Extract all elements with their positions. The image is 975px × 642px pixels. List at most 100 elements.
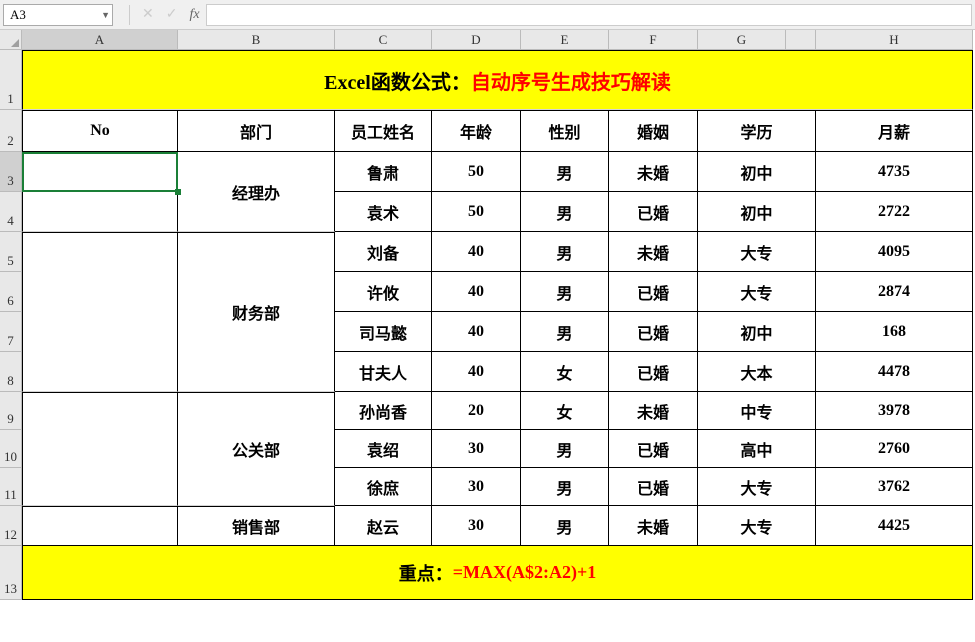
row-header-6[interactable]: 6 (0, 272, 22, 312)
col-header-gap[interactable] (786, 30, 816, 50)
formula-bar[interactable] (206, 4, 972, 26)
cell-G8[interactable]: 大本 (698, 352, 816, 392)
cancel-icon[interactable]: ✕ (142, 6, 154, 23)
cell-E10[interactable]: 男 (521, 430, 609, 468)
cell-E9[interactable]: 女 (521, 392, 609, 430)
cell-G11[interactable]: 大专 (698, 468, 816, 506)
cell-H3[interactable]: 4735 (816, 152, 973, 192)
hdr-sex[interactable]: 性别 (521, 110, 609, 152)
row-header-5[interactable]: 5 (0, 232, 22, 272)
cell-F9[interactable]: 未婚 (609, 392, 698, 430)
cell-G3[interactable]: 初中 (698, 152, 816, 192)
cell-F10[interactable]: 已婚 (609, 430, 698, 468)
cell-G10[interactable]: 高中 (698, 430, 816, 468)
title-cell[interactable]: Excel函数公式：自动序号生成技巧解读 (22, 50, 973, 110)
cell-D7[interactable]: 40 (432, 312, 521, 352)
row-header-1[interactable]: 1 (0, 50, 22, 110)
hdr-no[interactable]: No (22, 110, 178, 152)
cell-C7[interactable]: 司马懿 (335, 312, 432, 352)
cell-G5[interactable]: 大专 (698, 232, 816, 272)
cell-F3[interactable]: 未婚 (609, 152, 698, 192)
cell-H8[interactable]: 4478 (816, 352, 973, 392)
cell-H6[interactable]: 2874 (816, 272, 973, 312)
cell-G12[interactable]: 大专 (698, 506, 816, 546)
cell-G4[interactable]: 初中 (698, 192, 816, 232)
hdr-age[interactable]: 年龄 (432, 110, 521, 152)
cell-C12[interactable]: 赵云 (335, 506, 432, 546)
confirm-icon[interactable]: ✓ (166, 6, 178, 23)
col-header-H[interactable]: H (816, 30, 973, 50)
row-header-13[interactable]: 13 (0, 546, 22, 600)
fx-icon[interactable]: fx (189, 7, 199, 23)
row-header-12[interactable]: 12 (0, 506, 22, 546)
cell-D10[interactable]: 30 (432, 430, 521, 468)
cell-G6[interactable]: 大专 (698, 272, 816, 312)
row-header-11[interactable]: 11 (0, 468, 22, 506)
cell-E6[interactable]: 男 (521, 272, 609, 312)
cell-F7[interactable]: 已婚 (609, 312, 698, 352)
row-header-4[interactable]: 4 (0, 192, 22, 232)
col-header-F[interactable]: F (609, 30, 698, 50)
cell-C6[interactable]: 许攸 (335, 272, 432, 312)
cell-H7[interactable]: 168 (816, 312, 973, 352)
row-header-3[interactable]: 3 (0, 152, 22, 192)
cell-C8[interactable]: 甘夫人 (335, 352, 432, 392)
cell-E8[interactable]: 女 (521, 352, 609, 392)
hdr-name[interactable]: 员工姓名 (335, 110, 432, 152)
cell-G7[interactable]: 初中 (698, 312, 816, 352)
col-header-C[interactable]: C (335, 30, 432, 50)
cell-E11[interactable]: 男 (521, 468, 609, 506)
cell-D5[interactable]: 40 (432, 232, 521, 272)
col-header-A[interactable]: A (22, 30, 178, 50)
row-header-2[interactable]: 2 (0, 110, 22, 152)
row-header-8[interactable]: 8 (0, 352, 22, 392)
cell-A9[interactable] (22, 392, 178, 506)
cell-B9[interactable]: 公关部 (178, 392, 335, 506)
hdr-marry[interactable]: 婚姻 (609, 110, 698, 152)
row-header-7[interactable]: 7 (0, 312, 22, 352)
cell-D8[interactable]: 40 (432, 352, 521, 392)
name-box-dropdown-icon[interactable]: ▼ (101, 10, 110, 20)
cell-D12[interactable]: 30 (432, 506, 521, 546)
col-header-E[interactable]: E (521, 30, 609, 50)
col-header-B[interactable]: B (178, 30, 335, 50)
footer-cell[interactable]: 重点： =MAX(A$2:A2)+1 (22, 546, 973, 600)
name-box[interactable]: A3 ▼ (3, 4, 113, 26)
cell-E3[interactable]: 男 (521, 152, 609, 192)
cell-D6[interactable]: 40 (432, 272, 521, 312)
cell-D4[interactable]: 50 (432, 192, 521, 232)
cell-C11[interactable]: 徐庶 (335, 468, 432, 506)
cell-A5[interactable] (22, 232, 178, 392)
row-header-10[interactable]: 10 (0, 430, 22, 468)
cell-H10[interactable]: 2760 (816, 430, 973, 468)
cell-D11[interactable]: 30 (432, 468, 521, 506)
cell-C5[interactable]: 刘备 (335, 232, 432, 272)
cell-E7[interactable]: 男 (521, 312, 609, 352)
cell-F4[interactable]: 已婚 (609, 192, 698, 232)
col-header-G[interactable]: G (698, 30, 786, 50)
cell-F8[interactable]: 已婚 (609, 352, 698, 392)
cell-B12[interactable]: 销售部 (178, 506, 335, 546)
cell-H12[interactable]: 4425 (816, 506, 973, 546)
select-all-corner[interactable] (0, 30, 22, 50)
cell-C4[interactable]: 袁术 (335, 192, 432, 232)
cell-C3[interactable]: 鲁肃 (335, 152, 432, 192)
cell-H11[interactable]: 3762 (816, 468, 973, 506)
cell-D3[interactable]: 50 (432, 152, 521, 192)
cell-H9[interactable]: 3978 (816, 392, 973, 430)
hdr-edu[interactable]: 学历 (698, 110, 816, 152)
cell-C10[interactable]: 袁绍 (335, 430, 432, 468)
cell-B5[interactable]: 财务部 (178, 232, 335, 392)
cell-C9[interactable]: 孙尚香 (335, 392, 432, 430)
hdr-dept[interactable]: 部门 (178, 110, 335, 152)
cell-H4[interactable]: 2722 (816, 192, 973, 232)
spreadsheet-grid[interactable]: A B C D E F G H 1 Excel函数公式：自动序号生成技巧解读 2… (0, 30, 975, 600)
cell-D9[interactable]: 20 (432, 392, 521, 430)
cell-E4[interactable]: 男 (521, 192, 609, 232)
col-header-D[interactable]: D (432, 30, 521, 50)
cell-B3[interactable]: 经理办 (178, 152, 335, 232)
hdr-salary[interactable]: 月薪 (816, 110, 973, 152)
cell-F5[interactable]: 未婚 (609, 232, 698, 272)
cell-F12[interactable]: 未婚 (609, 506, 698, 546)
cell-G9[interactable]: 中专 (698, 392, 816, 430)
